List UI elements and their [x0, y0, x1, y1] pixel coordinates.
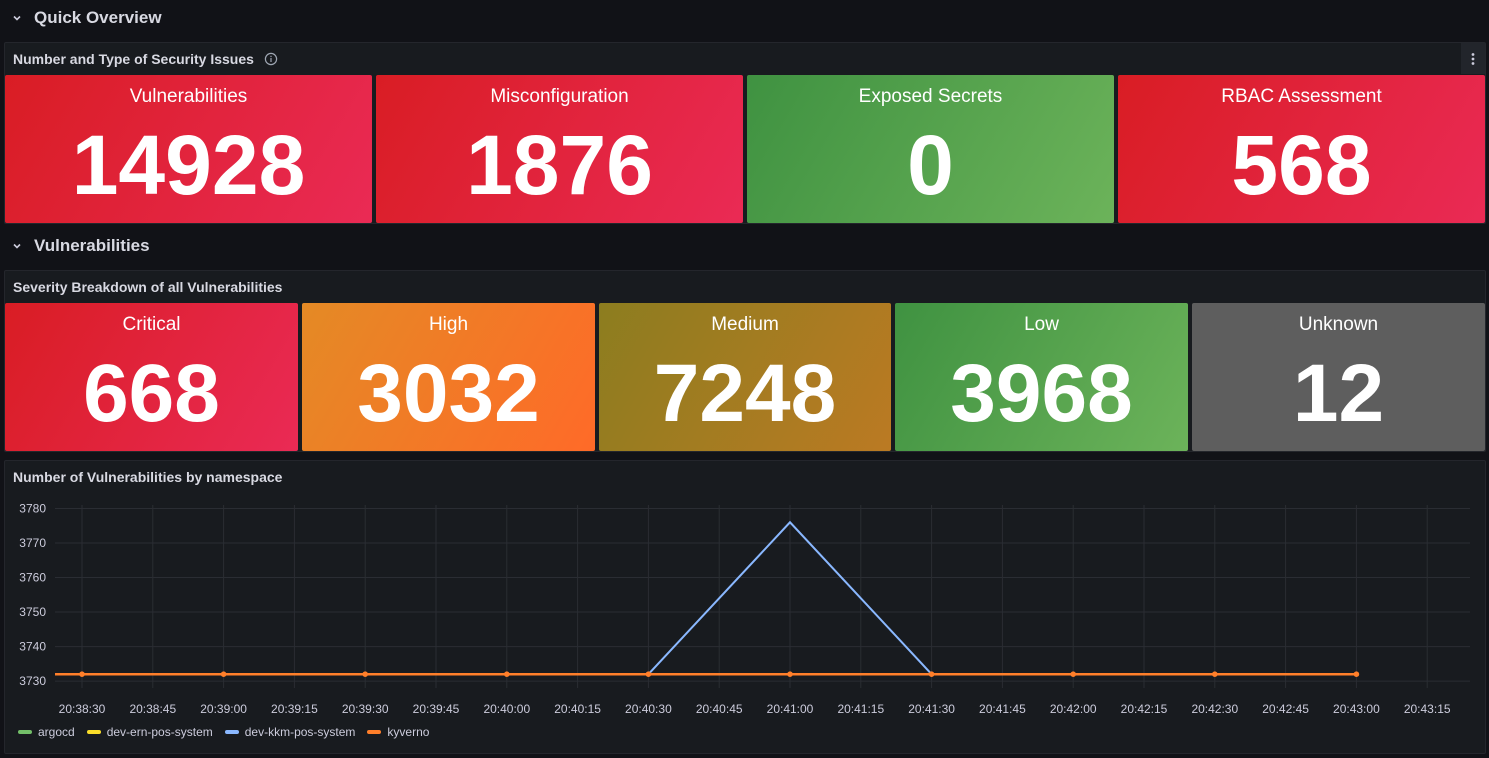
stat-label: Unknown: [1298, 314, 1379, 335]
stat-label: Misconfiguration: [490, 86, 629, 107]
stat-value: 568: [1231, 118, 1372, 212]
panel-menu-button[interactable]: [1461, 43, 1485, 74]
stat-label: Vulnerabilities: [129, 86, 248, 107]
stat-value: 3968: [950, 348, 1133, 439]
stat-exposed-secrets[interactable]: Exposed Secrets 0: [747, 75, 1114, 223]
stat-misconfiguration[interactable]: Misconfiguration 1876: [376, 75, 743, 223]
legend-item[interactable]: dev-kkm-pos-system: [224, 725, 356, 739]
stat-label: Medium: [711, 314, 779, 335]
legend-label: dev-kkm-pos-system: [244, 725, 356, 739]
legend-swatch: [86, 730, 101, 734]
legend-swatch: [367, 730, 382, 734]
stat-low[interactable]: Low 3968: [895, 303, 1188, 451]
stat-label: Low: [1024, 314, 1059, 335]
chevron-down-icon: [8, 9, 26, 27]
legend-label: kyverno: [387, 725, 430, 739]
legend-swatch: [18, 730, 32, 734]
stat-medium[interactable]: Medium 7248: [599, 303, 891, 451]
row-quick-overview[interactable]: Quick Overview: [8, 5, 162, 31]
stat-label: RBAC Assessment: [1221, 86, 1382, 107]
more-vertical-icon: [1471, 52, 1475, 65]
stat-unknown[interactable]: Unknown 12: [1192, 303, 1485, 451]
stat-value: 0: [907, 118, 954, 212]
stat-value: 3032: [357, 348, 540, 439]
stat-critical[interactable]: Critical 668: [5, 303, 298, 451]
stat-label: Critical: [122, 314, 181, 335]
stat-value: 14928: [71, 118, 306, 212]
row-vulnerabilities[interactable]: Vulnerabilities: [8, 233, 150, 259]
legend-label: argocd: [38, 725, 75, 739]
stat-rbac-assessment[interactable]: RBAC Assessment 568: [1118, 75, 1485, 223]
panel-title: Number of Vulnerabilities by namespace: [13, 469, 283, 485]
row-title: Vulnerabilities: [34, 236, 150, 255]
stat-value: 7248: [653, 348, 837, 439]
panel-title: Severity Breakdown of all Vulnerabilitie…: [13, 279, 283, 295]
panel-vulns-by-namespace: Number of Vulnerabilities by namespace: [4, 460, 1486, 754]
stat-label: Exposed Secrets: [858, 86, 1003, 107]
legend-label: dev-ern-pos-system: [106, 725, 213, 739]
legend-swatch: [224, 730, 239, 734]
stat-value: 1876: [466, 118, 653, 212]
stat-value: 668: [83, 348, 220, 439]
legend-item[interactable]: dev-ern-pos-system: [86, 725, 213, 739]
stat-value: 12: [1292, 348, 1385, 439]
chevron-down-icon: [8, 237, 26, 255]
info-icon[interactable]: [264, 52, 278, 66]
panel-title: Number and Type of Security Issues: [13, 51, 278, 67]
legend-item[interactable]: kyverno: [367, 725, 429, 739]
stat-vulnerabilities[interactable]: Vulnerabilities 14928: [5, 75, 372, 223]
legend-item[interactable]: argocd: [18, 725, 75, 739]
row-title: Quick Overview: [34, 8, 162, 27]
stat-label: High: [428, 314, 469, 335]
chart-legend: argocd dev-ern-pos-system dev-kkm-pos-syst…: [18, 725, 429, 739]
stat-high[interactable]: High 3032: [302, 303, 595, 451]
